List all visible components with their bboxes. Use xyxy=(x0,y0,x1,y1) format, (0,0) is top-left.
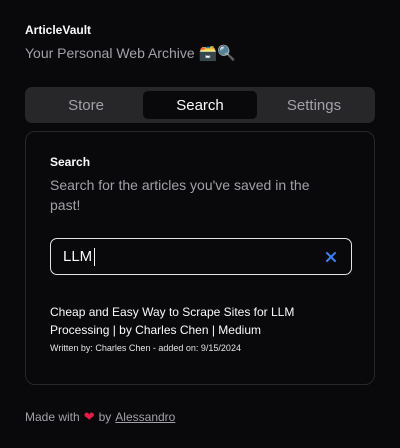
app-title: ArticleVault xyxy=(25,23,92,37)
text-caret xyxy=(94,248,95,266)
heart-icon: ❤ xyxy=(83,409,95,424)
result-meta: Written by: Charles Chen - added on: 9/1… xyxy=(50,343,241,353)
tab-settings[interactable]: Settings xyxy=(257,91,371,119)
app-subtitle-text: Your Personal Web Archive xyxy=(25,45,195,61)
app-subtitle: Your Personal Web Archive 🗃️🔍 xyxy=(25,44,236,62)
tab-search[interactable]: Search xyxy=(143,91,257,119)
tab-store[interactable]: Store xyxy=(29,91,143,119)
search-card: Search Search for the articles you've sa… xyxy=(25,131,375,385)
tab-bar: Store Search Settings xyxy=(25,87,375,123)
footer: Made with ❤ by Alessandro xyxy=(25,409,175,425)
author-link[interactable]: Alessandro xyxy=(115,410,175,424)
result-title-link[interactable]: Cheap and Easy Way to Scrape Sites for L… xyxy=(50,303,330,339)
card-description: Search for the articles you've saved in … xyxy=(50,177,310,213)
footer-prefix: Made with xyxy=(25,410,80,424)
footer-by: by xyxy=(98,410,112,424)
clear-x-icon[interactable] xyxy=(325,251,337,263)
search-field xyxy=(50,238,352,275)
card-title: Search xyxy=(50,155,91,169)
app-window: ArticleVault Your Personal Web Archive 🗃… xyxy=(0,0,400,448)
search-input[interactable] xyxy=(51,239,311,274)
archive-search-emoji-icon: 🗃️🔍 xyxy=(198,44,237,62)
